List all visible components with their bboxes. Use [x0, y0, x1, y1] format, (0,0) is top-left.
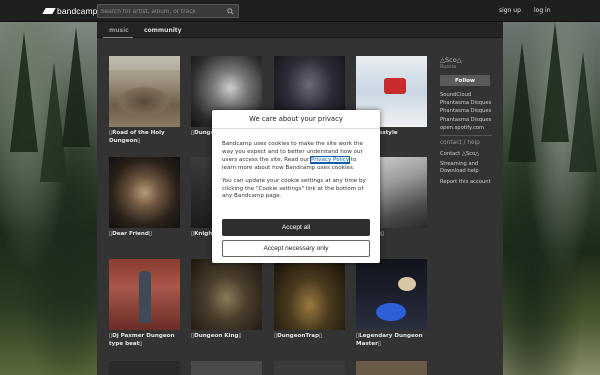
- top-bar: bandcamp sign up log in: [0, 0, 600, 22]
- album-item[interactable]: ▯DungeonTrap▯: [274, 259, 345, 341]
- search-button[interactable]: [222, 5, 238, 17]
- cookie-consent-dialog: We care about your privacy Bandcamp uses…: [212, 110, 380, 263]
- album-cover[interactable]: [191, 361, 262, 375]
- album-title: ▯Dj Paxmer Dungeon type beat▯: [109, 333, 175, 347]
- album-cover: [274, 259, 345, 330]
- artist-links: SoundCloud Phantasma Disques Phantasma D…: [440, 91, 500, 132]
- tab-community[interactable]: community: [144, 27, 182, 34]
- bandcamp-logo[interactable]: bandcamp: [42, 6, 98, 16]
- artist-location: Russia: [440, 64, 457, 70]
- contact-links: Contact △Sco△ Streaming and Download hel…: [440, 151, 500, 186]
- album-cover[interactable]: [356, 361, 427, 375]
- album-cover: [191, 259, 262, 330]
- tab-bar: music community: [97, 22, 503, 38]
- active-tab-indicator: [103, 37, 133, 38]
- album-cover[interactable]: [109, 361, 180, 375]
- album-title: ▯Dear Friend▯: [109, 231, 152, 237]
- sign-up-link[interactable]: sign up: [499, 7, 521, 14]
- album-item[interactable]: ▯Dear Friend▯: [109, 157, 180, 239]
- contact-link[interactable]: Contact △Sco△: [440, 151, 500, 158]
- log-in-link[interactable]: log in: [534, 7, 551, 14]
- album-cover: [109, 259, 180, 330]
- album-cover: [109, 157, 180, 228]
- cookie-settings-note: You can update your cookie settings at a…: [222, 177, 366, 200]
- cookie-explanation: Bandcamp uses cookies to make the site w…: [222, 141, 370, 173]
- search-icon: [226, 7, 234, 15]
- album-item[interactable]: ▯Dj Paxmer Dungeon type beat▯: [109, 259, 180, 348]
- follow-button[interactable]: Follow: [440, 75, 490, 86]
- search-box: [97, 4, 239, 18]
- album-item[interactable]: ▯Road of the Holy Dungeon▯: [109, 56, 180, 145]
- privacy-policy-link[interactable]: Privacy Policy: [310, 155, 351, 164]
- album-title: ▯Road of the Holy Dungeon▯: [109, 130, 165, 144]
- album-cover: [109, 56, 180, 127]
- dialog-title: We care about your privacy: [212, 110, 380, 129]
- logo-text: bandcamp: [57, 6, 98, 16]
- album-title: ▯Dungeon King▯: [191, 333, 242, 339]
- album-cover[interactable]: [274, 361, 345, 375]
- artist-name: △Sco△: [440, 56, 462, 64]
- accept-all-button[interactable]: Accept all: [222, 219, 370, 236]
- streaming-help-link[interactable]: Streaming and Download help: [440, 161, 500, 175]
- accept-necessary-button[interactable]: Accept necessary only: [222, 240, 370, 257]
- bandcamp-logo-mark: [42, 8, 56, 14]
- search-input[interactable]: [101, 6, 219, 17]
- background-forest-left: [0, 22, 97, 375]
- album-title: ▯Legendary Dungeon Master▯: [356, 333, 423, 347]
- album-item[interactable]: ▯Legendary Dungeon Master▯: [356, 259, 427, 348]
- dialog-body: Bandcamp uses cookies to make the site w…: [212, 129, 380, 201]
- artist-link[interactable]: Phantasma Disques: [440, 107, 500, 115]
- contact-heading: contact / help: [440, 140, 480, 146]
- artist-link[interactable]: Phantasma Disques: [440, 99, 500, 107]
- artist-link[interactable]: SoundCloud: [440, 91, 500, 99]
- report-account-link[interactable]: Report this account: [440, 179, 500, 186]
- sidebar-divider: [440, 135, 492, 136]
- artist-link[interactable]: open.spotify.com: [440, 124, 500, 132]
- background-forest-right: [503, 22, 600, 375]
- album-item[interactable]: ▯Dungeon King▯: [191, 259, 262, 341]
- tab-music[interactable]: music: [109, 27, 129, 34]
- artist-link[interactable]: Phantasma Disques: [440, 116, 500, 124]
- album-cover: [356, 259, 427, 330]
- album-title: ▯DungeonTrap▯: [274, 333, 323, 339]
